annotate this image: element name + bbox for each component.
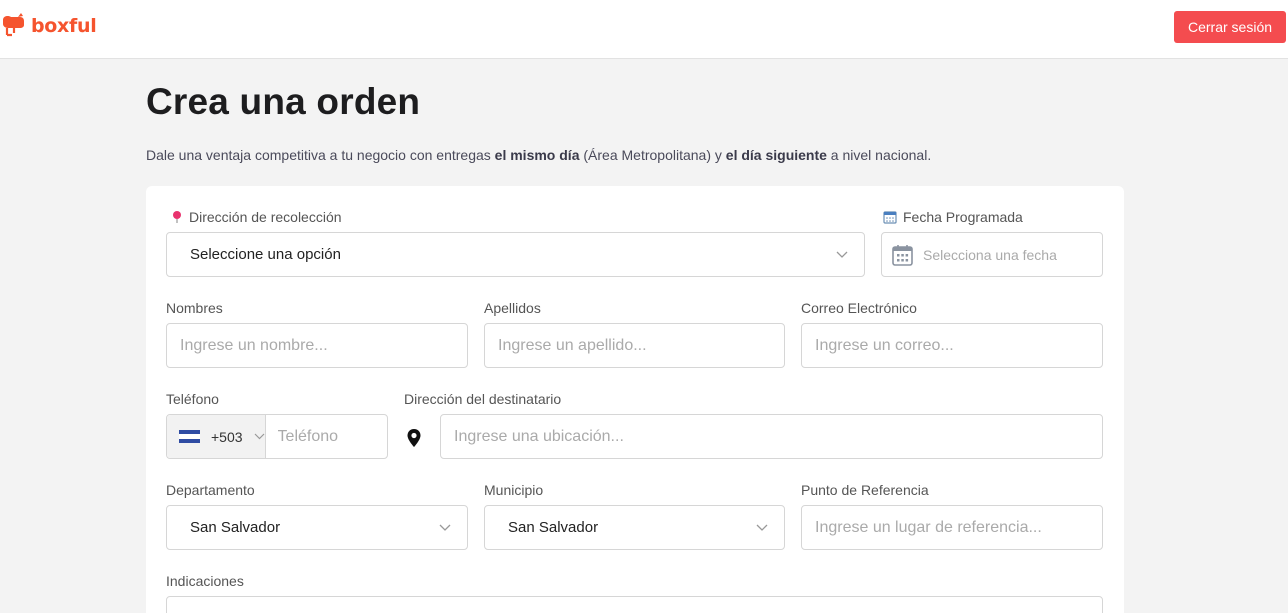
calendar-small-icon bbox=[883, 210, 897, 224]
department-label: Departamento bbox=[166, 482, 255, 498]
date-label-text: Fecha Programada bbox=[903, 209, 1023, 225]
map-pin-icon bbox=[173, 211, 181, 223]
chevron-down-icon bbox=[254, 433, 264, 440]
chevron-down-icon bbox=[832, 245, 852, 265]
email-label: Correo Electrónico bbox=[801, 300, 917, 316]
top-bar: boxful Cerrar sesión bbox=[0, 0, 1288, 59]
page-title: Crea una orden bbox=[146, 81, 421, 122]
country-code-value: +503 bbox=[211, 428, 243, 445]
reference-field[interactable] bbox=[801, 505, 1103, 550]
date-picker[interactable] bbox=[881, 232, 1103, 277]
pickup-label-text: Dirección de recolección bbox=[189, 209, 342, 225]
intro-text-2: (Área Metropolitana) y bbox=[579, 147, 726, 163]
last-name-field[interactable] bbox=[484, 323, 785, 368]
logout-button[interactable]: Cerrar sesión bbox=[1174, 11, 1286, 43]
date-label: Fecha Programada bbox=[883, 209, 1023, 225]
date-input[interactable] bbox=[913, 233, 1102, 276]
intro-bold-next-day: el día siguiente bbox=[725, 147, 827, 163]
last-name-input[interactable] bbox=[485, 324, 784, 367]
page-intro: Dale una ventaja competitiva a tu negoci… bbox=[146, 147, 931, 163]
brand-name: boxful bbox=[31, 15, 97, 37]
email-field[interactable] bbox=[801, 323, 1103, 368]
address-input[interactable] bbox=[441, 415, 1102, 458]
email-input[interactable] bbox=[802, 324, 1102, 367]
last-name-label: Apellidos bbox=[484, 300, 541, 316]
location-pin-icon bbox=[407, 429, 421, 447]
phone-label: Teléfono bbox=[166, 391, 219, 407]
brand-logo[interactable]: boxful bbox=[0, 12, 97, 40]
calendar-icon bbox=[892, 244, 913, 266]
country-code-select[interactable]: +503 bbox=[167, 415, 266, 458]
department-select-value: San Salvador bbox=[190, 519, 281, 536]
address-label: Dirección del destinatario bbox=[404, 391, 562, 407]
intro-text-3: a nivel nacional. bbox=[826, 147, 932, 163]
address-field[interactable] bbox=[440, 414, 1103, 459]
order-form-card: Dirección de recolección Seleccione una … bbox=[146, 186, 1124, 613]
phone-input[interactable] bbox=[265, 415, 387, 458]
phone-field: +503 bbox=[166, 414, 388, 459]
boxful-logo-icon bbox=[3, 13, 24, 37]
intro-text-1: Dale una ventaja competitiva a tu negoci… bbox=[146, 147, 495, 163]
department-select[interactable]: San Salvador bbox=[166, 505, 468, 550]
municipality-select[interactable]: San Salvador bbox=[484, 505, 785, 550]
chevron-down-icon bbox=[752, 518, 772, 538]
pickup-label: Dirección de recolección bbox=[171, 209, 342, 225]
instructions-field[interactable] bbox=[166, 596, 1103, 613]
first-name-label: Nombres bbox=[166, 300, 223, 316]
chevron-down-icon bbox=[435, 518, 455, 538]
reference-label: Punto de Referencia bbox=[801, 482, 929, 498]
pickup-select-value: Seleccione una opción bbox=[190, 246, 341, 263]
pickup-select[interactable]: Seleccione una opción bbox=[166, 232, 865, 277]
first-name-field[interactable] bbox=[166, 323, 468, 368]
municipality-select-value: San Salvador bbox=[508, 519, 599, 536]
first-name-input[interactable] bbox=[167, 324, 467, 367]
el-salvador-flag-icon bbox=[179, 430, 200, 443]
municipality-label: Municipio bbox=[484, 482, 544, 498]
instructions-label: Indicaciones bbox=[166, 573, 244, 589]
intro-bold-same-day: el mismo día bbox=[494, 147, 580, 163]
reference-input[interactable] bbox=[802, 506, 1102, 549]
